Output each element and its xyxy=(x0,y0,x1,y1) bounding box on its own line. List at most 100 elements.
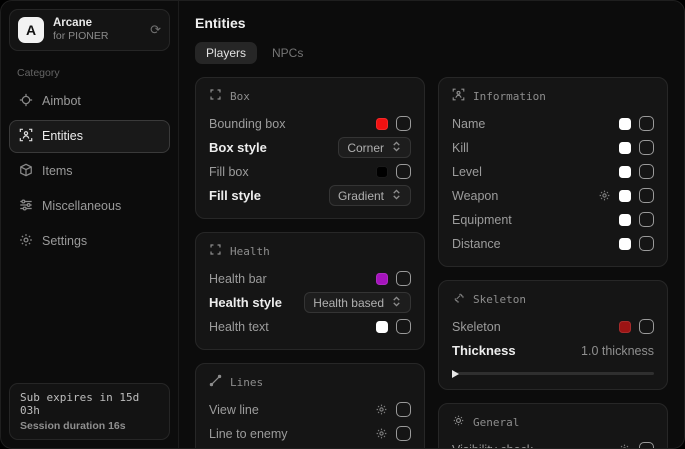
general-card: General Visibility check Max distance 50… xyxy=(438,403,668,448)
lines-card-header: Lines xyxy=(209,374,411,390)
line-to-enemy-checkbox[interactable] xyxy=(396,426,411,441)
gear-sun-icon xyxy=(452,414,465,430)
equipment-label: Equipment xyxy=(452,213,512,227)
bounding-box-checkbox[interactable] xyxy=(396,116,411,131)
weapon-gear-icon[interactable] xyxy=(598,189,611,202)
weapon-color-swatch[interactable] xyxy=(619,190,631,202)
box-card-title: Box xyxy=(230,90,250,103)
sidebar: A Arcane for PIONER ⟳ Category Aimbot En… xyxy=(1,1,179,448)
information-card: Information Name Kill xyxy=(438,77,668,267)
name-row: Name xyxy=(452,112,654,135)
health-style-dropdown[interactable]: Health based xyxy=(304,292,411,313)
sidebar-item-entities[interactable]: Entities xyxy=(9,120,170,153)
information-card-title: Information xyxy=(473,90,546,103)
health-bar-row: Health bar xyxy=(209,267,411,290)
box-style-label: Box style xyxy=(209,140,267,155)
distance-checkbox[interactable] xyxy=(639,236,654,251)
unfold-icon xyxy=(391,189,402,203)
lines-card: Lines View line Line to enemy xyxy=(195,363,425,448)
health-style-label: Health style xyxy=(209,295,282,310)
box-style-row: Box style Corner xyxy=(209,136,411,159)
slider-track xyxy=(452,372,654,375)
fill-box-row: Fill box xyxy=(209,160,411,183)
slider-thumb[interactable] xyxy=(452,370,459,378)
category-label: Category xyxy=(17,67,170,79)
box-card-header: Box xyxy=(209,88,411,104)
level-color-swatch[interactable] xyxy=(619,166,631,178)
skeleton-card-header: Skeleton xyxy=(452,291,654,307)
diagonal-line-icon xyxy=(209,374,222,390)
app-window: A Arcane for PIONER ⟳ Category Aimbot En… xyxy=(0,0,685,449)
view-line-checkbox[interactable] xyxy=(396,402,411,417)
name-color-swatch[interactable] xyxy=(619,118,631,130)
visibility-check-checkbox[interactable] xyxy=(639,442,654,448)
app-logo-card: A Arcane for PIONER ⟳ xyxy=(9,9,170,51)
skeleton-row: Skeleton xyxy=(452,315,654,338)
entity-tabs: Players NPCs xyxy=(195,42,668,64)
sub-expires-text: Sub expires in 15d 03h xyxy=(20,391,159,417)
sliders-icon xyxy=(19,198,33,215)
bounding-box-color-swatch[interactable] xyxy=(376,118,388,130)
distance-color-swatch[interactable] xyxy=(619,238,631,250)
sidebar-item-items[interactable]: Items xyxy=(9,155,170,188)
fill-style-dropdown[interactable]: Gradient xyxy=(329,185,411,206)
tab-players[interactable]: Players xyxy=(195,42,257,64)
cube-icon xyxy=(19,163,33,180)
kill-checkbox[interactable] xyxy=(639,140,654,155)
thickness-slider[interactable] xyxy=(452,369,654,378)
line-to-enemy-gear-icon[interactable] xyxy=(375,427,388,440)
health-card: Health Health bar Health style Health ba… xyxy=(195,232,425,350)
health-bar-label: Health bar xyxy=(209,272,267,286)
box-style-dropdown[interactable]: Corner xyxy=(338,137,411,158)
name-checkbox[interactable] xyxy=(639,116,654,131)
left-column: Box Bounding box Box style Corner xyxy=(195,77,425,448)
right-column: Information Name Kill xyxy=(438,77,668,448)
general-card-title: General xyxy=(473,416,519,429)
equipment-color-swatch[interactable] xyxy=(619,214,631,226)
sidebar-item-aimbot[interactable]: Aimbot xyxy=(9,85,170,118)
session-duration-text: Session duration 16s xyxy=(20,420,159,432)
corner-brackets-icon xyxy=(209,243,222,259)
lines-card-title: Lines xyxy=(230,376,263,389)
distance-row: Distance xyxy=(452,232,654,255)
health-bar-checkbox[interactable] xyxy=(396,271,411,286)
level-checkbox[interactable] xyxy=(639,164,654,179)
app-title-block: Arcane for PIONER xyxy=(53,16,141,44)
crosshair-icon xyxy=(19,93,33,110)
view-line-row: View line xyxy=(209,398,411,421)
unfold-icon xyxy=(391,141,402,155)
skeleton-checkbox[interactable] xyxy=(639,319,654,334)
sidebar-item-miscellaneous[interactable]: Miscellaneous xyxy=(9,190,170,223)
weapon-checkbox[interactable] xyxy=(639,188,654,203)
distance-label: Distance xyxy=(452,237,501,251)
health-text-checkbox[interactable] xyxy=(396,319,411,334)
page-title: Entities xyxy=(195,15,668,31)
health-card-header: Health xyxy=(209,243,411,259)
visibility-check-gear-icon[interactable] xyxy=(618,443,631,448)
kill-color-swatch[interactable] xyxy=(619,142,631,154)
level-label: Level xyxy=(452,165,482,179)
sync-icon[interactable]: ⟳ xyxy=(150,22,161,38)
corner-brackets-icon xyxy=(209,88,222,104)
equipment-checkbox[interactable] xyxy=(639,212,654,227)
information-card-header: Information xyxy=(452,88,654,104)
skeleton-color-swatch[interactable] xyxy=(619,321,631,333)
view-line-gear-icon[interactable] xyxy=(375,403,388,416)
bounding-box-label: Bounding box xyxy=(209,117,285,131)
sidebar-item-settings[interactable]: Settings xyxy=(9,225,170,258)
fill-box-color-swatch[interactable] xyxy=(376,166,388,178)
thickness-value: 1.0 thickness xyxy=(581,344,654,358)
health-style-row: Health style Health based xyxy=(209,291,411,314)
thickness-label: Thickness xyxy=(452,343,516,358)
sidebar-item-label: Items xyxy=(42,164,73,178)
weapon-label: Weapon xyxy=(452,189,498,203)
fill-box-checkbox[interactable] xyxy=(396,164,411,179)
health-text-color-swatch[interactable] xyxy=(376,321,388,333)
health-bar-color-swatch[interactable] xyxy=(376,273,388,285)
app-subtitle: for PIONER xyxy=(53,30,141,43)
tab-npcs[interactable]: NPCs xyxy=(261,42,314,64)
subscription-card: Sub expires in 15d 03h Session duration … xyxy=(9,383,170,440)
logo-letter: A xyxy=(26,22,36,38)
health-style-value: Health based xyxy=(313,296,384,310)
box-card: Box Bounding box Box style Corner xyxy=(195,77,425,219)
